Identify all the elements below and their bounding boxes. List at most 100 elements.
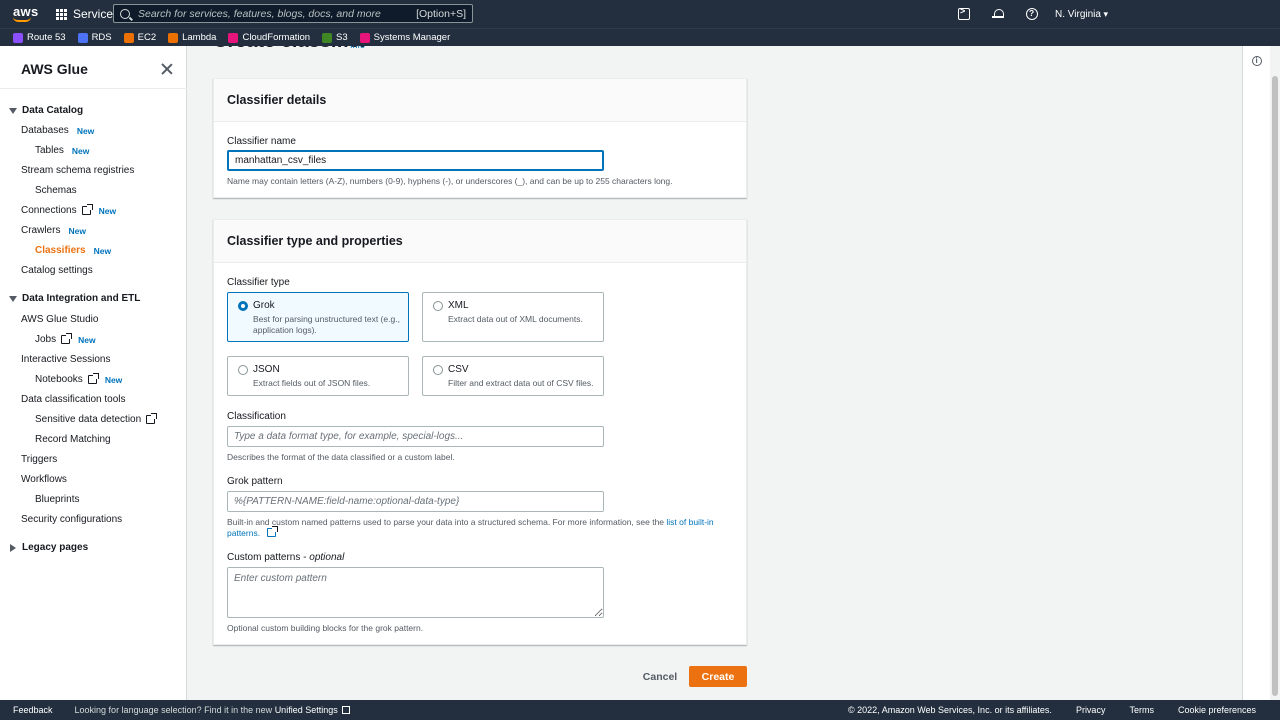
sidebar-item-sensitive-data-detection[interactable]: Sensitive data detection — [35, 413, 158, 425]
new-badge: New — [78, 334, 96, 345]
item-label: Connections — [21, 205, 77, 216]
item-label: Tables — [35, 145, 64, 156]
external-link-icon — [61, 333, 73, 344]
csv-desc: Filter and extract data out of CSV files… — [448, 378, 594, 388]
feedback-link[interactable]: Feedback — [13, 705, 53, 715]
page-scrollbar[interactable] — [1270, 46, 1280, 700]
classification-input[interactable] — [227, 426, 604, 447]
cloudshell-icon[interactable] — [958, 6, 971, 20]
favorite-systems-manager[interactable]: Systems Manager — [359, 32, 450, 43]
cookie-preferences-link[interactable]: Cookie preferences — [1178, 705, 1256, 715]
scrollbar-thumb[interactable] — [1272, 76, 1278, 696]
sidebar-item-classifiers[interactable]: Classifiers New — [35, 245, 111, 256]
grok-hint-text: Built-in and custom named patterns used … — [227, 517, 665, 527]
search-icon — [120, 8, 130, 19]
terms-link[interactable]: Terms — [1129, 705, 1154, 715]
classifier-type-json-tile[interactable]: JSON Extract fields out of JSON files. — [227, 356, 409, 396]
favorite-rds[interactable]: RDS — [77, 32, 112, 43]
sidebar-item-notebooks[interactable]: Notebooks New — [35, 373, 122, 385]
item-label: Stream schema registries — [21, 165, 135, 176]
classifier-name-input[interactable] — [227, 150, 604, 171]
external-link-icon — [267, 526, 279, 537]
language-notice: Looking for language selection? Find it … — [75, 705, 350, 715]
sidebar-item-jobs[interactable]: Jobs New — [35, 333, 96, 345]
favorite-route53[interactable]: Route 53 — [13, 32, 66, 43]
sidebar-section-data-integration[interactable]: Data Integration and ETL — [9, 293, 140, 304]
sidebar-section-data-catalog[interactable]: Data Catalog — [9, 105, 83, 116]
unified-settings-link[interactable]: Unified Settings — [275, 705, 338, 715]
xml-radio[interactable] — [433, 301, 443, 311]
grok-radio[interactable] — [238, 301, 248, 311]
sidebar-item-stream-schema-registries[interactable]: Stream schema registries — [21, 165, 134, 176]
grok-pattern-input[interactable] — [227, 491, 604, 512]
info-icon[interactable] — [1252, 56, 1262, 66]
custom-patterns-textarea[interactable] — [227, 567, 604, 618]
favorite-label: Route 53 — [27, 32, 66, 43]
sidebar-item-triggers[interactable]: Triggers — [21, 454, 57, 465]
sidebar-title[interactable]: AWS Glue — [21, 61, 88, 77]
global-search-input[interactable] — [138, 7, 408, 20]
classifier-type-csv-tile[interactable]: CSV Filter and extract data out of CSV f… — [422, 356, 604, 396]
json-desc: Extract fields out of JSON files. — [253, 378, 371, 388]
item-label: Catalog settings — [21, 265, 93, 276]
json-title: JSON — [253, 364, 280, 375]
item-label: Blueprints — [35, 494, 80, 505]
section-label: Data Integration and ETL — [22, 293, 141, 304]
close-icon[interactable] — [161, 63, 173, 75]
grok-title: Grok — [253, 300, 275, 311]
favorite-lambda[interactable]: Lambda — [168, 32, 216, 43]
sidebar-item-catalog-settings[interactable]: Catalog settings — [21, 265, 93, 276]
item-label: Classifiers — [35, 245, 86, 256]
item-label: Record Matching — [35, 434, 111, 445]
favorite-label: RDS — [91, 32, 112, 43]
s3-icon — [322, 32, 333, 43]
custom-patterns-hint: Optional custom building blocks for the … — [227, 623, 424, 633]
sidebar-section-legacy-pages[interactable]: Legacy pages — [9, 542, 88, 553]
classifier-type-grok-tile[interactable]: Grok Best for parsing unstructured text … — [227, 292, 409, 342]
xml-desc: Extract data out of XML documents. — [448, 314, 583, 324]
external-link-icon — [81, 204, 93, 215]
sidebar-item-blueprints[interactable]: Blueprints — [35, 494, 79, 505]
privacy-link[interactable]: Privacy — [1076, 705, 1106, 715]
json-radio[interactable] — [238, 365, 248, 375]
global-search[interactable]: [Option+S] — [113, 4, 473, 23]
favorite-cloudformation[interactable]: CloudFormation — [228, 32, 310, 43]
classifier-details-panel: Classifier details Classifier name Name … — [213, 78, 747, 198]
search-shortcut: [Option+S] — [416, 7, 466, 20]
sidebar-item-data-classification-tools[interactable]: Data classification tools — [21, 394, 126, 405]
csv-title: CSV — [448, 364, 469, 375]
favorite-label: Lambda — [182, 32, 217, 43]
item-label: Databases — [21, 125, 69, 136]
item-label: Interactive Sessions — [21, 354, 111, 365]
sidebar-item-record-matching[interactable]: Record Matching — [35, 434, 111, 445]
favorite-ec2[interactable]: EC2 — [123, 32, 156, 43]
new-badge: New — [98, 205, 117, 216]
language-notice-text: Looking for language selection? Find it … — [74, 705, 273, 715]
sidebar-item-glue-studio[interactable]: AWS Glue Studio — [21, 314, 98, 325]
sidebar-item-interactive-sessions[interactable]: Interactive Sessions — [21, 354, 111, 365]
sidebar-item-workflows[interactable]: Workflows — [21, 474, 67, 485]
csv-radio[interactable] — [433, 365, 443, 375]
new-badge: New — [68, 225, 86, 236]
cancel-button[interactable]: Cancel — [638, 666, 682, 687]
sidebar-item-connections[interactable]: Connections New — [21, 204, 117, 216]
services-menu-button[interactable]: Services — [56, 0, 119, 28]
region-selector[interactable]: N. Virginia — [1055, 9, 1108, 20]
classifier-name-label: Classifier name — [227, 136, 296, 147]
sidebar-item-crawlers[interactable]: Crawlers New — [21, 225, 86, 236]
create-button[interactable]: Create — [689, 666, 747, 687]
sidebar-item-databases[interactable]: Databases New — [21, 125, 94, 136]
classifier-type-label: Classifier type — [227, 277, 290, 288]
copyright-text: © 2022, Amazon Web Services, Inc. or its… — [848, 705, 1052, 715]
aws-logo[interactable]: aws — [0, 0, 42, 28]
favorite-s3[interactable]: S3 — [322, 32, 348, 43]
help-icon[interactable] — [1026, 8, 1039, 20]
route53-icon — [13, 32, 23, 43]
sidebar-item-schemas[interactable]: Schemas — [35, 185, 77, 196]
sidebar-item-tables[interactable]: Tables New — [35, 145, 89, 156]
bell-icon[interactable] — [992, 8, 1005, 20]
item-label: Crawlers — [21, 225, 61, 236]
sidebar-item-security-configurations[interactable]: Security configurations — [21, 514, 122, 525]
classifier-type-xml-tile[interactable]: XML Extract data out of XML documents. — [422, 292, 604, 342]
classifier-type-panel: Classifier type and properties Classifie… — [213, 219, 747, 645]
